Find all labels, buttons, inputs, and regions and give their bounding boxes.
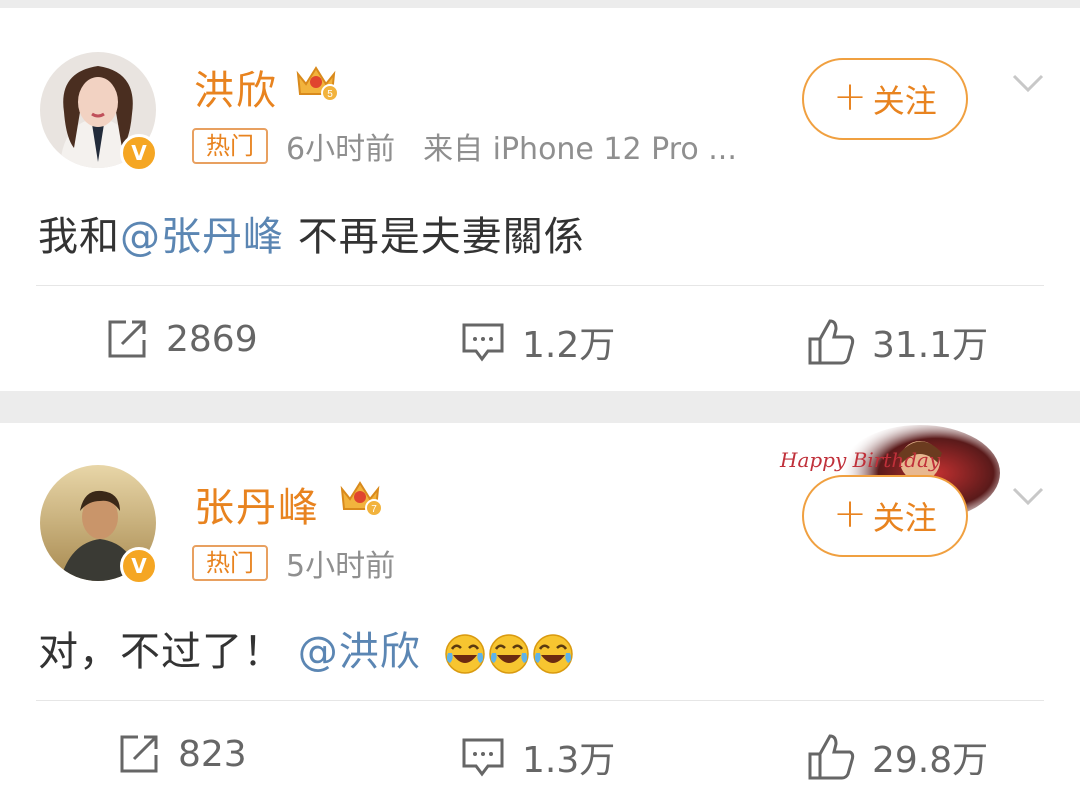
post-text-part: 不再是夫妻關係 [284, 214, 585, 260]
plus-icon: + [833, 74, 867, 120]
verified-badge-icon: V [120, 547, 158, 585]
post-time: 5小时前 [286, 549, 396, 584]
repost-button[interactable]: 2869 [104, 316, 258, 362]
username[interactable]: 张丹峰 [194, 475, 320, 533]
avatar[interactable]: V [40, 465, 158, 585]
emoji-group [444, 633, 576, 675]
post-meta: 热门 6小时前 来自 iPhone 12 Pro ... [192, 124, 737, 168]
comment-icon [462, 738, 504, 777]
crown-icon: 5 [296, 66, 338, 100]
like-button[interactable]: 31.1万 [806, 316, 988, 368]
comment-count: 1.2万 [522, 325, 616, 366]
laugh-cry-emoji [445, 634, 486, 674]
laugh-cry-emoji [489, 634, 530, 674]
comment-button[interactable]: 1.3万 [460, 731, 615, 783]
chevron-down-icon[interactable] [1010, 479, 1046, 515]
post-text: 对，不过了！ @洪欣 [38, 619, 576, 677]
post-text-part: 对，不过了！ [38, 629, 284, 675]
follow-label: 关注 [872, 499, 937, 537]
post-text-part: 我和 [38, 214, 120, 260]
top-gap [0, 0, 1080, 8]
plus-icon: + [833, 491, 867, 537]
level-number: 5 [327, 89, 333, 100]
repost-count: 823 [178, 733, 247, 775]
comment-button[interactable]: 1.2万 [460, 316, 615, 368]
crown-icon: 7 [340, 481, 382, 515]
comment-count: 1.3万 [522, 740, 616, 781]
post-text: 我和@张丹峰 不再是夫妻關係 [38, 204, 585, 262]
avatar[interactable]: V [40, 52, 158, 172]
post-source: 来自 iPhone 12 Pro ... [423, 132, 737, 167]
chevron-down-icon[interactable] [1010, 66, 1046, 102]
post-time: 6小时前 [286, 132, 396, 167]
comment-icon [462, 323, 504, 362]
follow-button[interactable]: + 关注 [802, 475, 968, 557]
level-number: 7 [371, 504, 377, 515]
follow-button[interactable]: + 关注 [802, 58, 968, 140]
repost-icon [108, 320, 146, 358]
post-meta: 热门 5小时前 [192, 541, 395, 585]
like-count: 31.1万 [872, 325, 989, 366]
verified-badge-icon: V [120, 134, 158, 172]
post-card: Happy Birthday V 张丹峰 7 热门 5小时前 + 关注 对，不过… [0, 423, 1080, 803]
repost-count: 2869 [166, 318, 258, 360]
like-count: 29.8万 [872, 740, 989, 781]
hot-tag: 热门 [192, 128, 268, 164]
repost-icon [120, 735, 158, 773]
decoration-text: Happy Birthday [779, 448, 941, 472]
hot-tag: 热门 [192, 545, 268, 581]
repost-button[interactable]: 823 [116, 731, 247, 777]
like-button[interactable]: 29.8万 [806, 731, 988, 783]
follow-label: 关注 [872, 82, 937, 120]
divider [36, 285, 1044, 286]
mention-link[interactable]: @张丹峰 [120, 214, 284, 260]
post-card: V 洪欣 5 热门 6小时前 来自 iPhone 12 Pro ... + 关注… [0, 8, 1080, 391]
mention-link[interactable]: @洪欣 [298, 629, 421, 675]
username[interactable]: 洪欣 [194, 58, 278, 116]
divider [36, 700, 1044, 701]
like-icon [808, 319, 855, 365]
like-icon [808, 734, 855, 780]
laugh-cry-emoji [533, 634, 574, 674]
